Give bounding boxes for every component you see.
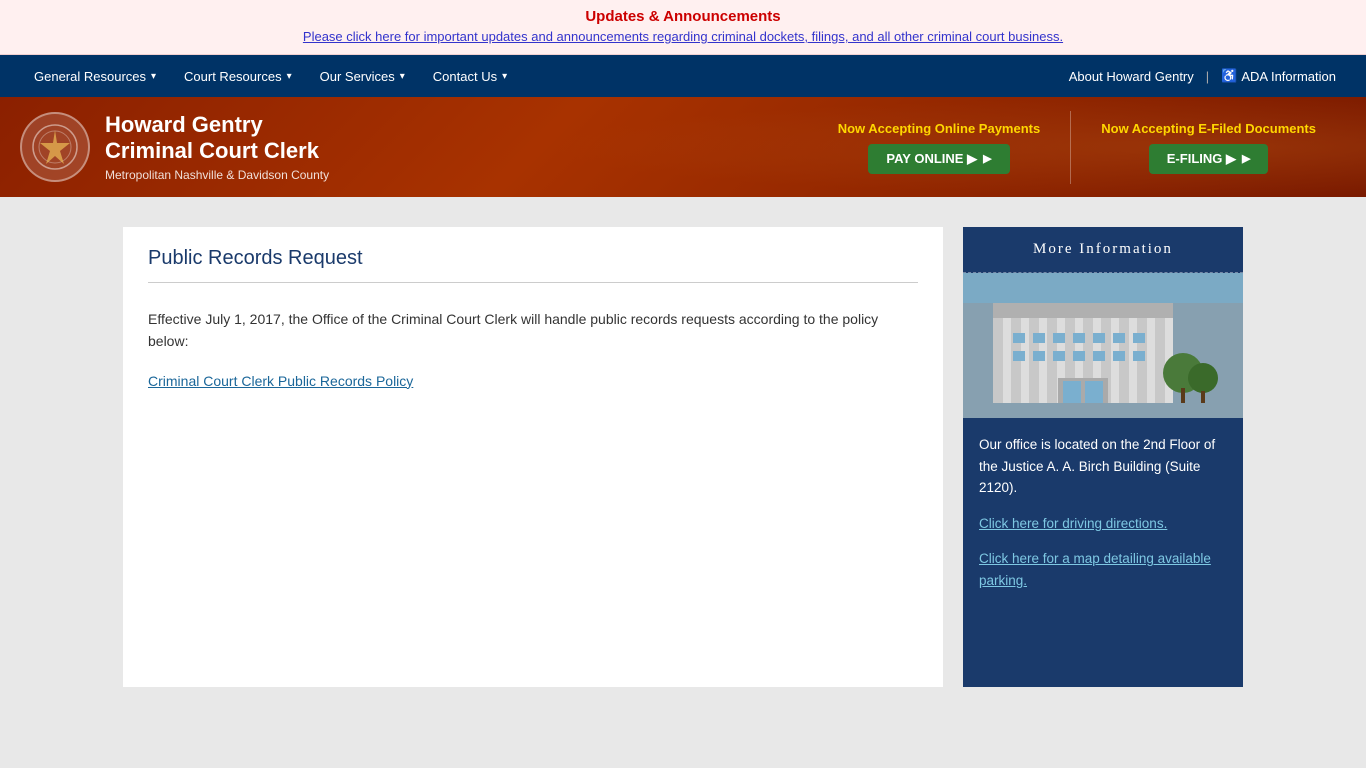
building-svg xyxy=(963,273,1243,418)
nav-divider: | xyxy=(1204,69,1211,84)
sidebar: More Information xyxy=(963,227,1243,687)
nav-general-resources[interactable]: General Resources ▾ xyxy=(20,55,170,97)
chevron-down-icon: ▾ xyxy=(400,71,405,82)
accessibility-icon: ♿ xyxy=(1221,68,1237,84)
sidebar-header: More Information xyxy=(963,227,1243,273)
page-title: Public Records Request xyxy=(148,247,918,283)
nav-our-services-label: Our Services xyxy=(320,69,395,84)
logo-clerk-title: Criminal Court Clerk xyxy=(105,138,329,164)
main-content: Public Records Request Effective July 1,… xyxy=(123,227,943,687)
content-wrapper: Public Records Request Effective July 1,… xyxy=(103,227,1263,687)
nav-about-howard-gentry[interactable]: About Howard Gentry xyxy=(1059,55,1204,97)
logo-area: Howard Gentry Criminal Court Clerk Metro… xyxy=(20,112,329,182)
main-nav: General Resources ▾ Court Resources ▾ Ou… xyxy=(0,55,1366,97)
nav-general-resources-label: General Resources xyxy=(34,69,146,84)
header-banner: Howard Gentry Criminal Court Clerk Metro… xyxy=(0,97,1366,197)
office-location: Our office is located on the 2nd Floor o… xyxy=(979,434,1227,499)
sidebar-building-image xyxy=(963,273,1243,418)
policy-link[interactable]: Criminal Court Clerk Public Records Poli… xyxy=(148,373,413,389)
nav-court-resources[interactable]: Court Resources ▾ xyxy=(170,55,306,97)
announcement-title: Updates & Announcements xyxy=(20,8,1346,25)
efile-block: Now Accepting E-Filed Documents E-FILING… xyxy=(1070,111,1346,184)
nav-contact-us[interactable]: Contact Us ▾ xyxy=(419,55,521,97)
logo-seal-icon xyxy=(30,122,80,172)
parking-map-link[interactable]: Click here for a map detailing available… xyxy=(979,551,1211,588)
sidebar-body: Our office is located on the 2nd Floor o… xyxy=(963,418,1243,622)
nav-court-resources-label: Court Resources xyxy=(184,69,282,84)
banner-actions: Now Accepting Online Payments PAY ONLINE… xyxy=(808,111,1346,184)
nav-right: About Howard Gentry | ♿ ADA Information xyxy=(1059,55,1346,97)
efile-label: Now Accepting E-Filed Documents xyxy=(1101,121,1316,136)
nav-ada-information[interactable]: ♿ ADA Information xyxy=(1211,55,1346,97)
logo-name: Howard Gentry xyxy=(105,112,329,138)
pay-online-button[interactable]: PAY ONLINE ▶ xyxy=(868,144,1009,174)
nav-left: General Resources ▾ Court Resources ▾ Ou… xyxy=(20,55,521,97)
chevron-down-icon: ▾ xyxy=(151,71,156,82)
nav-our-services[interactable]: Our Services ▾ xyxy=(306,55,419,97)
driving-directions-link[interactable]: Click here for driving directions. xyxy=(979,516,1167,531)
announcement-bar: Updates & Announcements Please click her… xyxy=(0,0,1366,55)
nav-contact-us-label: Contact Us xyxy=(433,69,497,84)
chevron-down-icon: ▾ xyxy=(287,71,292,82)
logo-text: Howard Gentry Criminal Court Clerk Metro… xyxy=(105,112,329,182)
pay-online-block: Now Accepting Online Payments PAY ONLINE… xyxy=(808,111,1071,184)
content-body: Effective July 1, 2017, the Office of th… xyxy=(148,308,918,353)
logo-subtitle: Metropolitan Nashville & Davidson County xyxy=(105,168,329,182)
pay-online-label: Now Accepting Online Payments xyxy=(838,121,1041,136)
logo-circle xyxy=(20,112,90,182)
efile-button[interactable]: E-FILING ▶ xyxy=(1149,144,1269,174)
chevron-down-icon: ▾ xyxy=(502,71,507,82)
announcement-message[interactable]: Please click here for important updates … xyxy=(20,29,1346,44)
